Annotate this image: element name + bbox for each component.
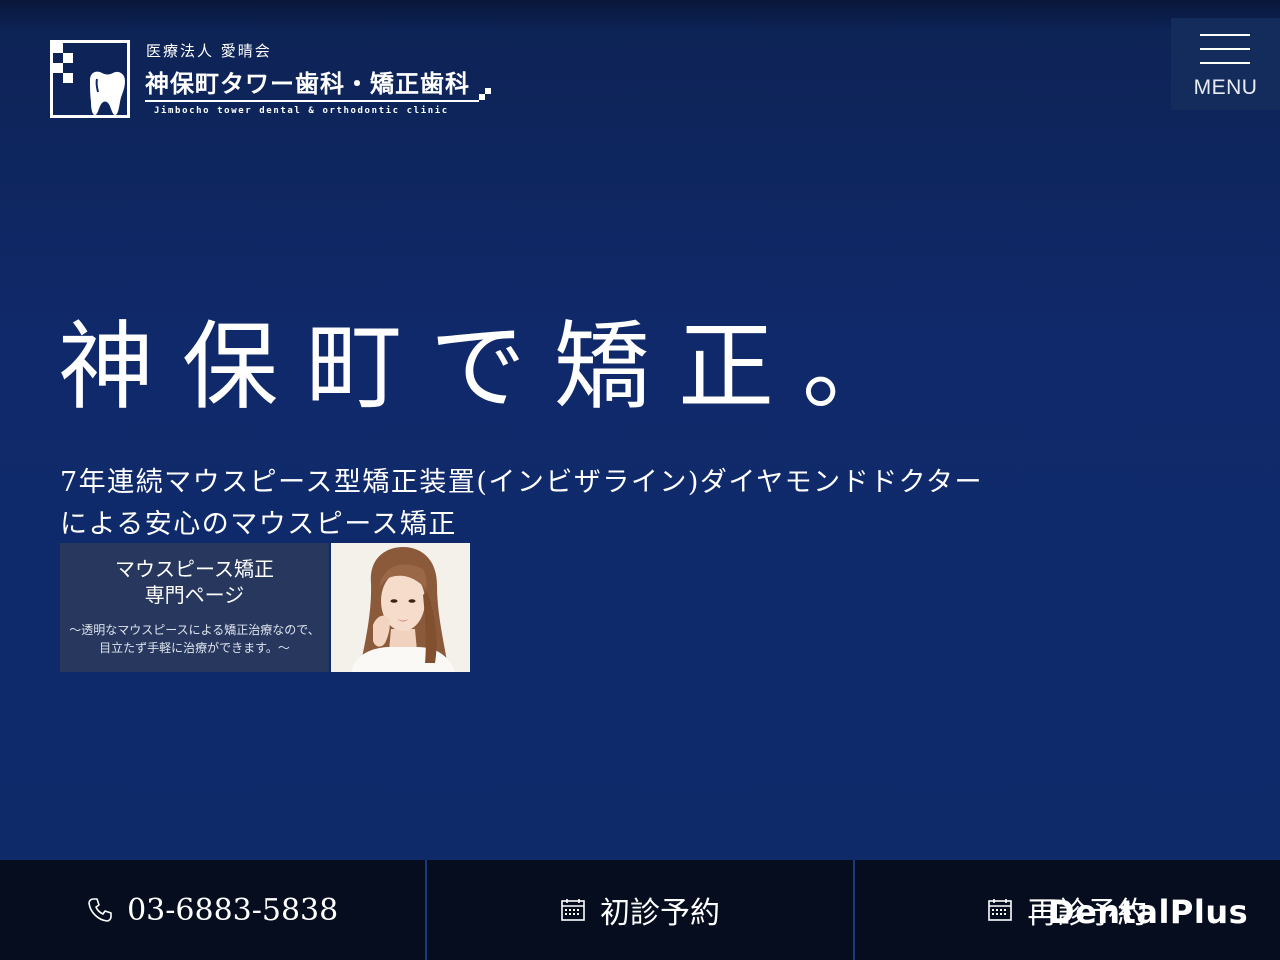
banner-text-panel: マウスピース矯正 専門ページ 〜透明なマウスピースによる矯正治療なので、 目立た… — [60, 543, 329, 672]
mouthpiece-orthodontics-banner[interactable]: マウスピース矯正 専門ページ 〜透明なマウスピースによる矯正治療なので、 目立た… — [60, 543, 470, 672]
phone-icon — [87, 897, 113, 923]
first-visit-reservation-button[interactable]: 初診予約 — [425, 860, 852, 960]
banner-description: 〜透明なマウスピースによる矯正治療なので、 目立たず手軽に治療ができます。〜 — [60, 621, 329, 657]
checker-decoration-icon — [479, 88, 491, 100]
clinic-name: 神保町タワー歯科・矯正歯科 — [145, 69, 470, 98]
dentalplus-watermark: DentalPlus — [1048, 893, 1249, 931]
first-visit-label: 初診予約 — [599, 896, 720, 931]
hero-subtitle-line1: 7年連続マウスピース型矯正装置(インビザライン)ダイヤモンドドクター — [60, 467, 984, 498]
clinic-name-english: Jimbocho tower dental & orthodontic clin… — [154, 106, 449, 116]
banner-title-line2: 専門ページ — [144, 585, 245, 607]
hamburger-icon — [1200, 48, 1250, 50]
phone-number: 03-6883-5838 — [127, 892, 339, 928]
banner-title: マウスピース矯正 専門ページ — [60, 543, 329, 609]
banner-desc-line1: 〜透明なマウスピースによる矯正治療なので、 — [69, 623, 320, 637]
top-shade — [0, 0, 1280, 30]
tooth-logo-icon — [50, 40, 130, 118]
banner-desc-line2: 目立たず手軽に治療ができます。〜 — [99, 641, 290, 655]
hero-subtitle: 7年連続マウスピース型矯正装置(インビザライン)ダイヤモンドドクター による安心… — [60, 462, 983, 546]
calendar-icon — [987, 897, 1013, 923]
menu-button[interactable]: MENU — [1171, 18, 1280, 110]
hamburger-icon — [1200, 34, 1250, 36]
hero-subtitle-line2: による安心のマウスピース矯正 — [60, 509, 457, 540]
hero-title: 神保町で矯正。 — [58, 311, 926, 423]
logo-underline — [145, 100, 479, 102]
woman-photo — [331, 543, 470, 672]
banner-title-line1: マウスピース矯正 — [115, 559, 274, 581]
hamburger-icon — [1200, 62, 1250, 64]
clinic-logo[interactable]: 医療法人 愛晴会 神保町タワー歯科・矯正歯科 Jimbocho tower de… — [50, 40, 500, 120]
calendar-icon — [560, 897, 586, 923]
menu-label: MENU — [1193, 76, 1258, 99]
phone-button[interactable]: 03-6883-5838 — [0, 860, 425, 960]
corporation-name: 医療法人 愛晴会 — [146, 42, 272, 60]
